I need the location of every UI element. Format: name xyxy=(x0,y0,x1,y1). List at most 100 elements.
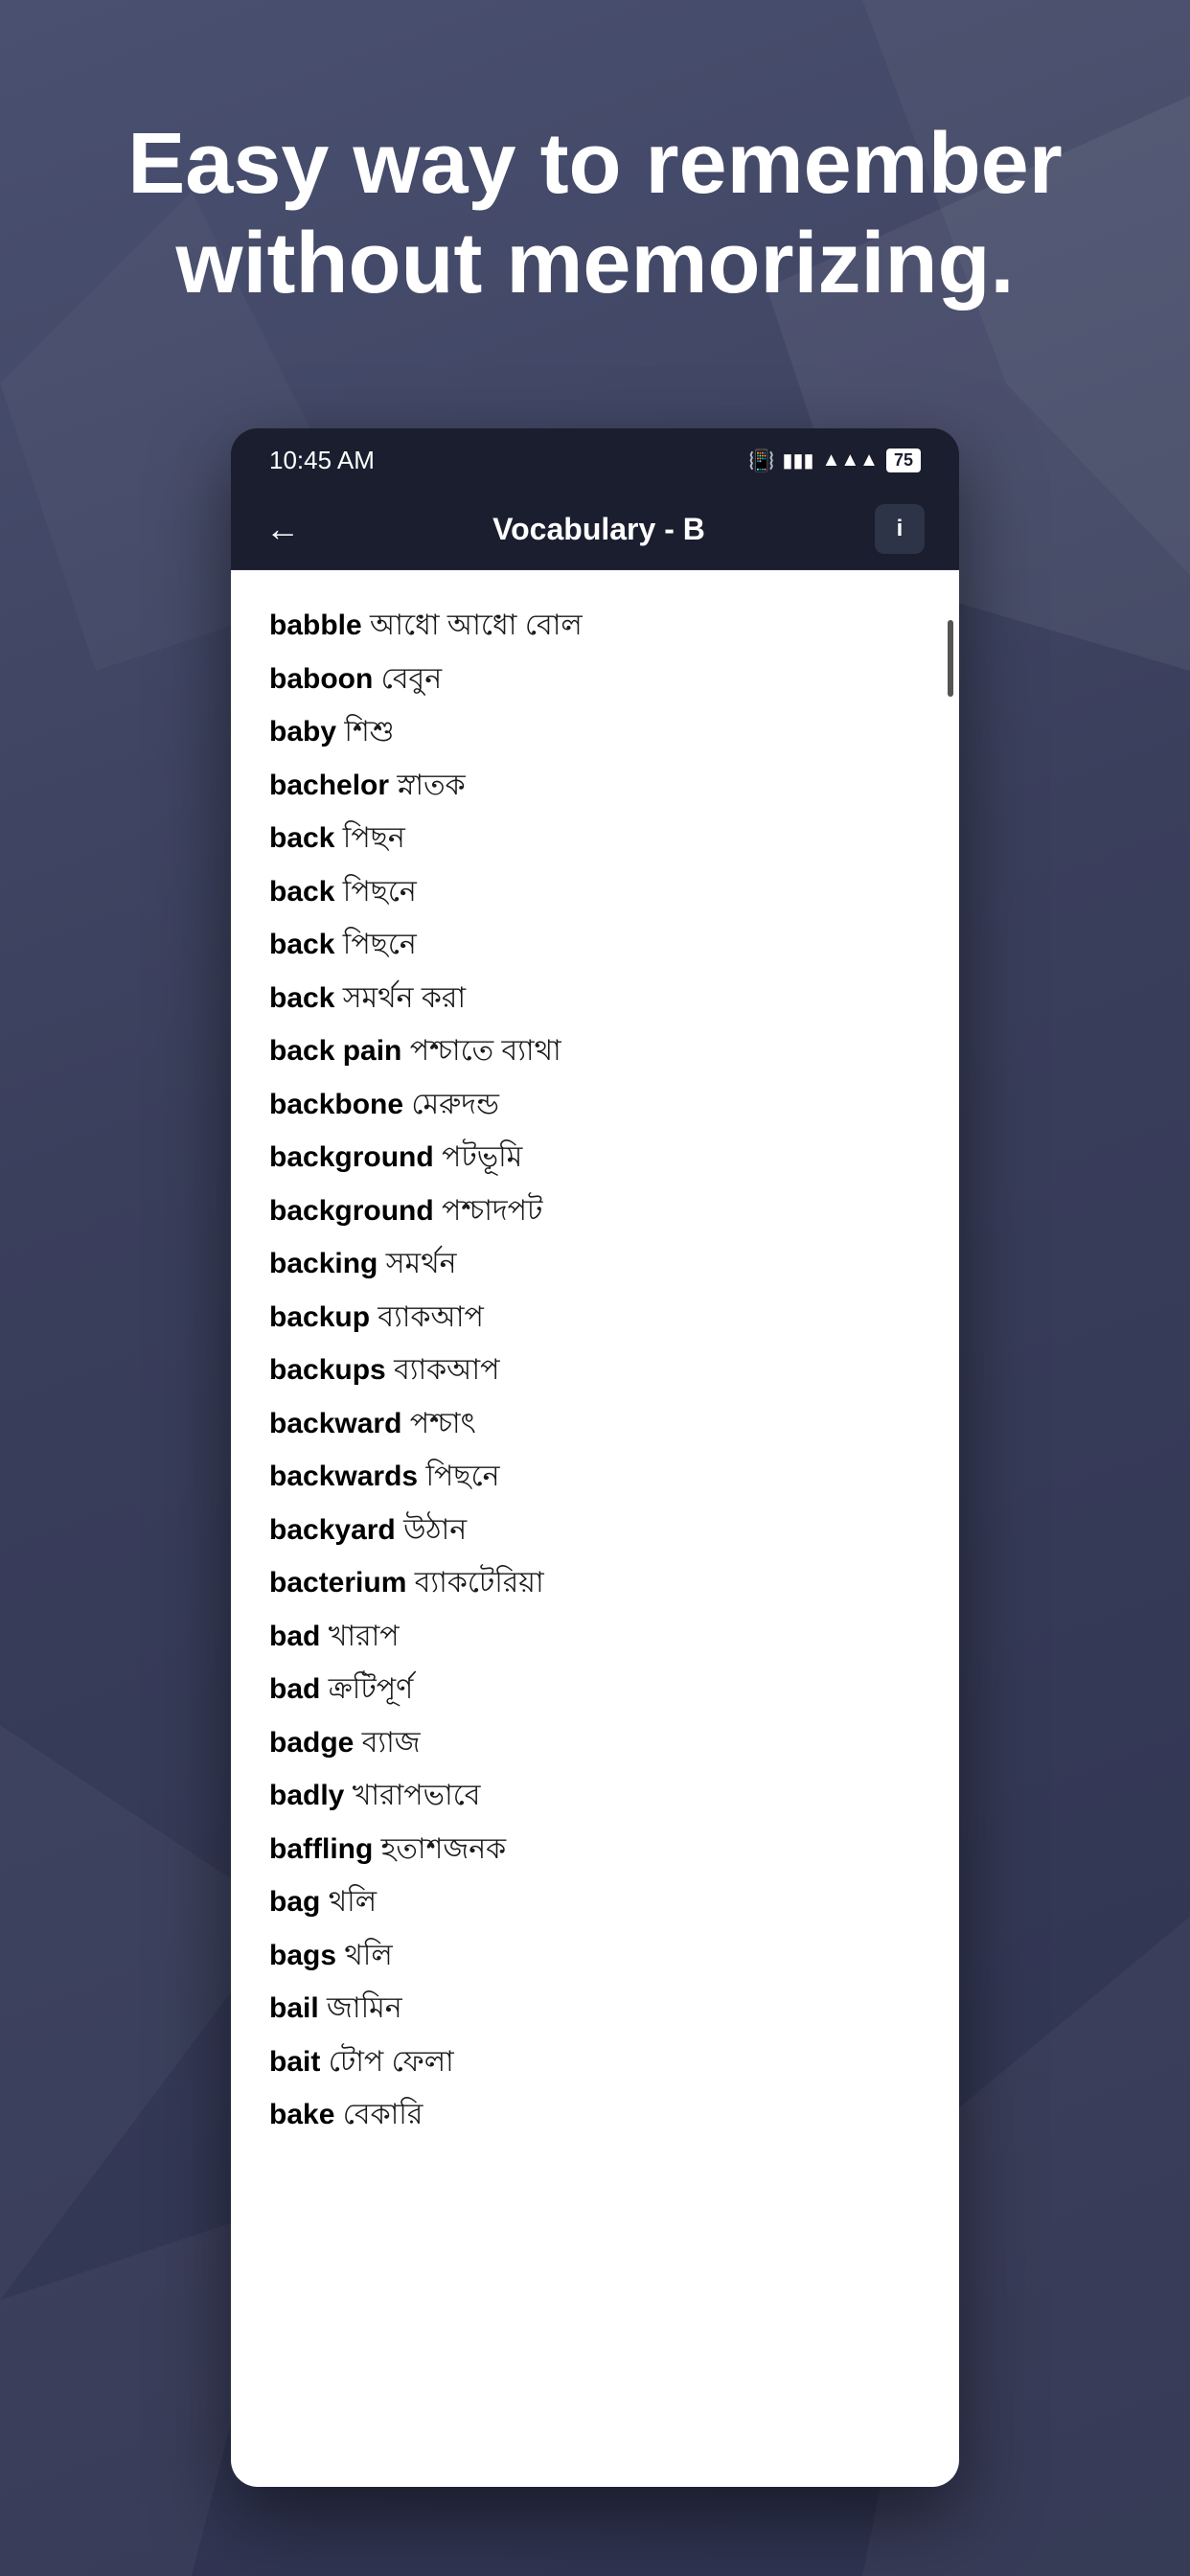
vocab-english: back xyxy=(269,929,334,960)
vocab-english: background xyxy=(269,1141,434,1173)
app-bar: ← Vocabulary - B i xyxy=(231,489,959,570)
vocab-item[interactable]: backup ব্যাকআপ xyxy=(269,1291,921,1345)
vocab-english: baffling xyxy=(269,1833,373,1865)
vocab-english: back xyxy=(269,982,334,1014)
vocab-item[interactable]: background পশ্চাদপট xyxy=(269,1184,921,1238)
vocab-english: backward xyxy=(269,1408,401,1439)
vocab-english: babble xyxy=(269,610,362,641)
vocab-english: backwards xyxy=(269,1460,418,1492)
vocab-item[interactable]: background পটভূমি xyxy=(269,1131,921,1184)
vocab-bengali: ব্যাজ xyxy=(362,1727,421,1759)
wifi-icon: ▲▲▲ xyxy=(822,449,879,472)
vocab-item[interactable]: babble আধো আধো বোল xyxy=(269,599,921,653)
vocab-english: baboon xyxy=(269,663,373,695)
vocab-bengali: পিছন xyxy=(343,822,405,854)
vocab-bengali: উঠান xyxy=(403,1514,467,1546)
vocab-english: back pain xyxy=(269,1035,401,1067)
vocab-item[interactable]: backward পশ্চাৎ xyxy=(269,1397,921,1451)
vocab-item[interactable]: bachelor স্নাতক xyxy=(269,759,921,813)
vocab-english: badge xyxy=(269,1727,354,1759)
vocab-item[interactable]: backing সমর্থন xyxy=(269,1237,921,1291)
vocab-english: background xyxy=(269,1195,434,1227)
vocab-item[interactable]: back pain পশ্চাতে ব্যাথা xyxy=(269,1024,921,1078)
vocab-item[interactable]: bags থলি xyxy=(269,1929,921,1983)
vocab-bengali: টোপ ফেলা xyxy=(329,2046,454,2078)
vocab-bengali: পটভূমি xyxy=(442,1141,522,1173)
vocab-item[interactable]: bad খারাপ xyxy=(269,1610,921,1664)
vocab-item[interactable]: badge ব্যাজ xyxy=(269,1716,921,1770)
vocab-item[interactable]: baboon বেবুন xyxy=(269,653,921,706)
vocab-item[interactable]: backwards পিছনে xyxy=(269,1450,921,1504)
vocab-bengali: থলি xyxy=(329,1886,377,1918)
vocab-item[interactable]: baby শিশু xyxy=(269,705,921,759)
vocab-item[interactable]: back পিছন xyxy=(269,812,921,865)
vocab-bengali: জামিন xyxy=(327,1992,402,2024)
vocab-bengali: আধো আধো বোল xyxy=(370,610,583,641)
vocab-item[interactable]: bad ক্রটিপূর্ণ xyxy=(269,1663,921,1716)
vocab-english: backyard xyxy=(269,1514,396,1546)
vocab-english: bags xyxy=(269,1940,336,1971)
vocab-item[interactable]: back পিছনে xyxy=(269,918,921,972)
vocab-bengali: সমর্থন xyxy=(386,1248,457,1279)
vocab-bengali: ব্যাকটেরিয়া xyxy=(415,1567,544,1598)
battery-indicator: 75 xyxy=(886,448,921,472)
vocab-english: bait xyxy=(269,2046,320,2078)
vocab-bengali: পশ্চাদপট xyxy=(442,1195,542,1227)
phone-frame: 10:45 AM 📳 ▮▮▮ ▲▲▲ 75 ← Vocabulary - B i… xyxy=(231,428,959,2487)
vocab-item[interactable]: back পিছনে xyxy=(269,865,921,919)
vocab-english: back xyxy=(269,876,334,908)
vocab-item[interactable]: backups ব্যাকআপ xyxy=(269,1344,921,1397)
vocab-english: bachelor xyxy=(269,770,389,801)
vocab-english: backup xyxy=(269,1301,370,1333)
vocab-bengali: স্নাতক xyxy=(397,770,465,801)
vocab-item[interactable]: baffling হতাশজনক xyxy=(269,1823,921,1876)
vocab-bengali: বেকারি xyxy=(343,2099,423,2130)
vocab-english: bail xyxy=(269,1992,319,2024)
vocab-bengali: পিছনে xyxy=(425,1460,499,1492)
vocab-bengali: হতাশজনক xyxy=(381,1833,506,1865)
status-bar: 10:45 AM 📳 ▮▮▮ ▲▲▲ 75 xyxy=(231,428,959,489)
vocab-english: bad xyxy=(269,1621,320,1652)
vocab-english: bad xyxy=(269,1673,320,1705)
vocab-item[interactable]: backyard উঠান xyxy=(269,1504,921,1557)
vocab-bengali: পিছনে xyxy=(343,929,417,960)
back-button[interactable]: ← xyxy=(265,509,300,549)
vocab-english: backing xyxy=(269,1248,378,1279)
vocab-bengali: পিছনে xyxy=(343,876,417,908)
vocab-item[interactable]: back সমর্থন করা xyxy=(269,972,921,1025)
status-time: 10:45 AM xyxy=(269,446,375,475)
vocab-item[interactable]: badly খারাপভাবে xyxy=(269,1769,921,1823)
app-title: Vocabulary - B xyxy=(323,512,875,547)
info-button[interactable]: i xyxy=(875,504,925,554)
vocab-english: backups xyxy=(269,1354,386,1386)
vocab-item[interactable]: bake বেকারি xyxy=(269,2088,921,2142)
vocab-bengali: শিশু xyxy=(344,716,394,748)
vocab-english: bag xyxy=(269,1886,320,1918)
vocab-bengali: পশ্চাৎ xyxy=(410,1408,476,1439)
vocab-item[interactable]: bail জামিন xyxy=(269,1982,921,2036)
hero-title: Easy way to remember without memorizing. xyxy=(77,115,1113,313)
signal-icon: ▮▮▮ xyxy=(783,448,814,472)
scroll-indicator xyxy=(948,620,953,697)
vocabulary-list: babble আধো আধো বোলbaboon বেবুনbaby শিশুb… xyxy=(231,570,959,2487)
vocab-item[interactable]: bacterium ব্যাকটেরিয়া xyxy=(269,1556,921,1610)
vocab-bengali: বেবুন xyxy=(381,663,442,695)
vibrate-icon: 📳 xyxy=(748,448,774,473)
vocab-bengali: পশ্চাতে ব্যাথা xyxy=(410,1035,561,1067)
hero-section: Easy way to remember without memorizing. xyxy=(0,0,1190,390)
vocab-bengali: ব্যাকআপ xyxy=(394,1354,499,1386)
vocab-english: bacterium xyxy=(269,1567,406,1598)
vocab-item[interactable]: bait টোপ ফেলা xyxy=(269,2036,921,2089)
vocab-item[interactable]: bag থলি xyxy=(269,1875,921,1929)
status-icons: 📳 ▮▮▮ ▲▲▲ 75 xyxy=(748,448,921,473)
vocab-bengali: থলি xyxy=(344,1940,392,1971)
vocab-item[interactable]: backbone মেরুদন্ড xyxy=(269,1078,921,1132)
vocab-english: backbone xyxy=(269,1089,403,1120)
background: Easy way to remember without memorizing.… xyxy=(0,0,1190,2576)
vocab-english: bake xyxy=(269,2099,334,2130)
vocab-english: baby xyxy=(269,716,336,748)
vocab-bengali: ব্যাকআপ xyxy=(378,1301,483,1333)
vocab-english: badly xyxy=(269,1780,344,1811)
vocab-bengali: মেরুদন্ড xyxy=(411,1089,499,1120)
vocab-bengali: খারাপ xyxy=(329,1621,400,1652)
